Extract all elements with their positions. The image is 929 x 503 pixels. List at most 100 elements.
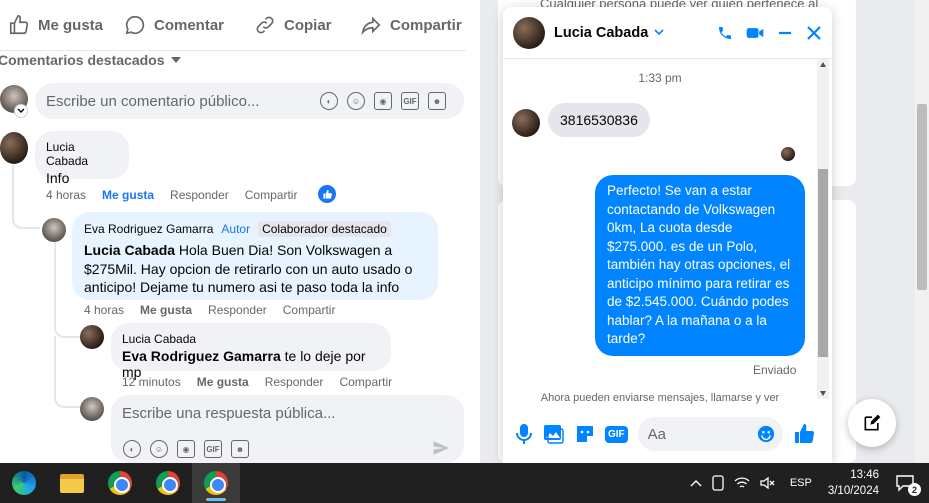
comment-reply-link[interactable]: Responder <box>265 375 324 389</box>
edge-icon <box>12 471 36 495</box>
copy-action-label: Copiar <box>284 16 332 34</box>
page-scrollbar[interactable] <box>915 0 929 463</box>
emoji-icon[interactable]: ☺ <box>347 92 365 110</box>
file-explorer-app[interactable] <box>48 463 96 503</box>
comment-meta: 12 minutos Me gusta Responder Compartir <box>122 375 392 389</box>
comment-time[interactable]: 4 horas <box>46 188 86 202</box>
comment-time[interactable]: 4 horas <box>84 303 124 317</box>
input-language[interactable]: ESP <box>790 477 812 489</box>
chrome-app[interactable] <box>96 463 144 503</box>
chrome-profile-app[interactable] <box>144 463 192 503</box>
comment-author[interactable]: Lucia Cabada <box>122 332 380 346</box>
emoji-icon[interactable]: ☺ <box>150 440 168 458</box>
comment-bubble: Lucia Cabada Eva Rodriguez Gamarra te lo… <box>111 323 391 380</box>
chevron-up-icon[interactable] <box>690 479 702 487</box>
comment-input-tools: ◐ ☺ ◉ GIF ☻ <box>320 92 446 110</box>
avatar-sticker-icon[interactable]: ◐ <box>123 440 141 458</box>
comment-share-link[interactable]: Compartir <box>339 375 392 389</box>
chevron-down-icon <box>14 104 28 118</box>
video-call-icon[interactable] <box>746 25 764 41</box>
page-scrollbar-thumb[interactable] <box>917 104 927 290</box>
gif-icon[interactable]: GIF <box>401 92 419 110</box>
link-icon <box>254 14 276 36</box>
microphone-icon[interactable] <box>515 423 533 445</box>
contact-avatar[interactable] <box>513 16 545 49</box>
message-input-placeholder: Aa <box>647 425 667 443</box>
comment-action[interactable]: Comentar <box>124 14 224 36</box>
chrome-profile-icon <box>204 471 228 495</box>
commenter-avatar[interactable] <box>0 132 28 164</box>
system-tray: ESP 13:46 3/10/2024 2 <box>690 463 929 503</box>
comment-filter-dropdown[interactable]: Comentarios destacados <box>0 52 181 68</box>
divider <box>0 50 466 51</box>
commenter-avatar[interactable] <box>80 325 104 349</box>
contact-name[interactable]: Lucia Cabada <box>554 25 648 41</box>
share-action[interactable]: Compartir <box>360 14 462 36</box>
thread-line <box>12 165 40 229</box>
camera-icon[interactable]: ◉ <box>177 440 195 458</box>
chat-header: Lucia Cabada <box>503 7 832 59</box>
comment-input-placeholder: Escribe un comentario público... <box>46 92 260 110</box>
featured-contributor-badge: Colaborador destacado <box>258 221 391 237</box>
comment-input[interactable]: Escribe un comentario público... ◐ ☺ ◉ G… <box>35 83 464 119</box>
new-message-button[interactable] <box>848 399 896 447</box>
folder-icon <box>60 473 84 493</box>
comment-time[interactable]: 12 minutos <box>122 375 181 389</box>
sticker-icon[interactable] <box>575 424 595 444</box>
chat-scrollbar-thumb[interactable] <box>818 169 828 357</box>
emoji-icon[interactable] <box>757 425 775 443</box>
gif-icon[interactable]: GIF <box>605 425 628 443</box>
comment-like-link[interactable]: Me gusta <box>197 375 249 389</box>
avatar-sticker-icon[interactable]: ◐ <box>320 92 338 110</box>
chevron-down-icon[interactable] <box>654 29 664 36</box>
photo-icon[interactable] <box>543 424 565 444</box>
message-input[interactable]: Aa <box>637 417 783 451</box>
comment-author[interactable]: Eva Rodriguez Gamarra <box>84 222 213 236</box>
minimize-icon[interactable] <box>777 25 793 41</box>
comment-mention[interactable]: Eva Rodriguez Gamarra <box>122 348 281 364</box>
compose-icon <box>862 413 882 433</box>
comment-like-link[interactable]: Me gusta <box>140 303 192 317</box>
comment-filter-label: Comentarios destacados <box>0 52 165 68</box>
device-icon[interactable] <box>712 475 724 491</box>
like-reaction-icon[interactable] <box>318 185 336 203</box>
send-icon[interactable] <box>432 439 450 457</box>
notifications-icon[interactable]: 2 <box>895 474 921 496</box>
close-icon[interactable] <box>806 25 822 41</box>
scroll-up-icon[interactable] <box>820 62 826 67</box>
like-action-label: Me gusta <box>38 16 104 34</box>
sticker-icon[interactable]: ☻ <box>231 440 249 458</box>
comment-reply-link[interactable]: Responder <box>208 303 267 317</box>
gif-icon[interactable]: GIF <box>204 440 222 458</box>
comment-meta: 4 horas Me gusta Responder Compartir <box>46 188 297 202</box>
reply-input-tools: ◐ ☺ ◉ GIF ☻ <box>123 440 249 458</box>
comment-reply-link[interactable]: Responder <box>170 188 229 202</box>
comment-meta: 4 horas Me gusta Responder Compartir <box>84 303 335 317</box>
outgoing-message[interactable]: Perfecto! Se van a estar contactando de … <box>595 175 805 356</box>
wifi-icon[interactable] <box>734 476 750 490</box>
comment-share-link[interactable]: Compartir <box>283 303 336 317</box>
speaker-muted-icon[interactable] <box>760 476 776 490</box>
clock-date: 3/10/2024 <box>827 485 879 497</box>
comment-mention[interactable]: Lucia Cabada <box>84 242 175 258</box>
reply-input[interactable]: Escribe una respuesta pública... ◐ ☺ ◉ G… <box>111 395 464 463</box>
like-action[interactable]: Me gusta <box>8 14 103 36</box>
incoming-message[interactable]: 3816530836 <box>548 103 650 137</box>
chat-scrollbar[interactable] <box>817 59 829 399</box>
edge-app[interactable] <box>0 463 48 503</box>
comment-author[interactable]: Lucia Cabada <box>46 140 118 168</box>
clock[interactable]: 13:46 3/10/2024 <box>828 467 879 499</box>
thumbs-up-icon <box>8 14 30 36</box>
comment-share-link[interactable]: Compartir <box>245 188 298 202</box>
sticker-icon[interactable]: ☻ <box>428 92 446 110</box>
scroll-down-icon[interactable] <box>820 391 826 396</box>
commenter-avatar[interactable] <box>42 218 66 242</box>
chrome-profile-app-active[interactable] <box>192 463 240 503</box>
copy-action[interactable]: Copiar <box>254 14 332 36</box>
reply-input-placeholder: Escribe una respuesta pública... <box>122 405 336 422</box>
conversation-notice: Ahora pueden enviarse mensajes, llamarse… <box>540 392 780 404</box>
phone-icon[interactable] <box>717 25 733 41</box>
comment-like-link[interactable]: Me gusta <box>102 188 154 202</box>
camera-icon[interactable]: ◉ <box>374 92 392 110</box>
thumbs-up-send-icon[interactable] <box>793 422 817 446</box>
